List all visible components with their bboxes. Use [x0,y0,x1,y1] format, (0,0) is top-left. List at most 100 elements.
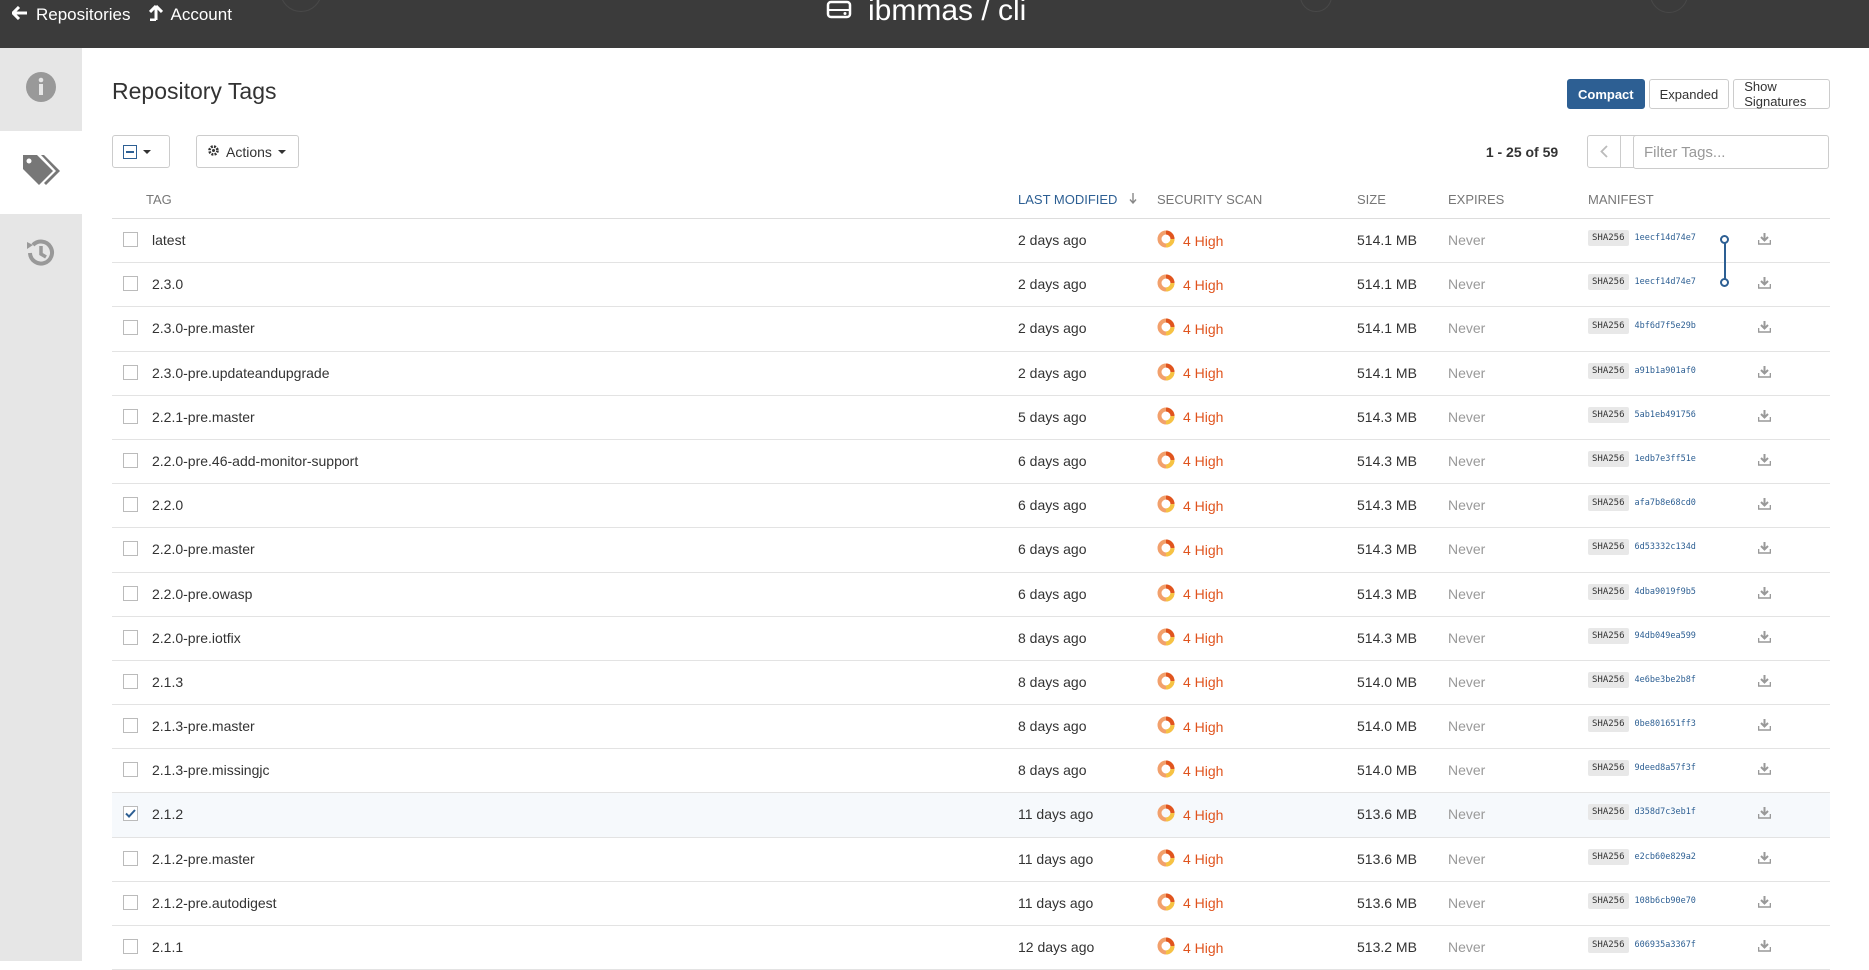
manifest-digest[interactable]: SHA256 4dba9019f9b5 [1588,583,1696,600]
row-checkbox[interactable] [123,850,138,866]
row-checkbox[interactable] [123,232,138,247]
row-checkbox[interactable] [123,806,138,822]
column-header-tag[interactable]: TAG [146,192,172,207]
repositories-link[interactable]: Repositories [10,5,131,25]
row-checkbox[interactable] [123,364,138,380]
download-icon[interactable] [1757,939,1772,955]
manifest-digest[interactable]: SHA256 0be801651ff3 [1588,716,1696,733]
row-checkbox[interactable] [123,585,138,601]
expires-value[interactable]: Never [1448,939,1485,955]
manifest-digest[interactable]: SHA256 108b6cb90e70 [1588,892,1696,909]
tab-history[interactable] [0,214,82,297]
row-checkbox[interactable] [123,673,138,689]
column-header-security-scan[interactable]: SECURITY SCAN [1157,192,1262,207]
download-icon[interactable] [1757,453,1772,469]
manifest-digest[interactable]: SHA256 d358d7c3eb1f [1588,804,1696,821]
expires-value[interactable]: Never [1448,365,1485,381]
expires-value[interactable]: Never [1448,851,1485,867]
download-icon[interactable] [1757,895,1772,911]
security-scan-link[interactable]: 4 High [1157,363,1223,384]
download-icon[interactable] [1757,409,1772,425]
security-scan-link[interactable]: 4 High [1157,230,1223,251]
tag-name-link[interactable]: 2.2.0-pre.owasp [152,586,252,602]
download-icon[interactable] [1757,674,1772,690]
download-icon[interactable] [1757,718,1772,734]
select-all-checkbox[interactable] [123,144,137,159]
previous-page-button[interactable] [1587,135,1621,168]
tag-name-link[interactable]: 2.2.0-pre.46-add-monitor-support [152,453,358,469]
tag-name-link[interactable]: 2.2.0-pre.master [152,541,255,557]
security-scan-link[interactable]: 4 High [1157,849,1223,870]
expires-value[interactable]: Never [1448,718,1485,734]
expires-value[interactable]: Never [1448,806,1485,822]
security-scan-link[interactable]: 4 High [1157,672,1223,693]
security-scan-link[interactable]: 4 High [1157,451,1223,472]
manifest-digest[interactable]: SHA256 afa7b8e68cd0 [1588,495,1696,512]
tag-name-link[interactable]: 2.1.3 [152,674,183,690]
actions-dropdown[interactable]: Actions [196,135,299,168]
expires-value[interactable]: Never [1448,541,1485,557]
row-checkbox[interactable] [123,497,138,513]
expires-value[interactable]: Never [1448,232,1485,248]
expanded-button[interactable]: Expanded [1648,79,1730,109]
column-header-expires[interactable]: EXPIRES [1448,192,1504,207]
download-icon[interactable] [1757,497,1772,513]
tag-name-link[interactable]: 2.3.0 [152,276,183,292]
tab-tags[interactable] [0,131,82,214]
download-icon[interactable] [1757,365,1772,381]
expires-value[interactable]: Never [1448,674,1485,690]
row-checkbox[interactable] [123,408,138,424]
tag-name-link[interactable]: 2.1.2 [152,806,183,822]
tag-name-link[interactable]: 2.2.0-pre.iotfix [152,630,241,646]
row-checkbox[interactable] [123,939,138,954]
manifest-digest[interactable]: SHA256 606935a3367f [1588,937,1696,953]
expires-value[interactable]: Never [1448,497,1485,513]
manifest-digest[interactable]: SHA256 5ab1eb491756 [1588,406,1696,423]
expires-value[interactable]: Never [1448,409,1485,425]
expires-value[interactable]: Never [1448,276,1485,292]
expires-value[interactable]: Never [1448,586,1485,602]
tag-name-link[interactable]: 2.1.3-pre.master [152,718,255,734]
manifest-digest[interactable]: SHA256 a91b1a901af0 [1588,362,1696,379]
expires-value[interactable]: Never [1448,630,1485,646]
security-scan-link[interactable]: 4 High [1157,937,1223,958]
expires-value[interactable]: Never [1448,453,1485,469]
download-icon[interactable] [1757,276,1772,292]
tag-name-link[interactable]: 2.1.2-pre.autodigest [152,895,277,911]
security-scan-link[interactable]: 4 High [1157,893,1223,914]
security-scan-link[interactable]: 4 High [1157,495,1223,516]
tag-name-link[interactable]: 2.2.1-pre.master [152,409,255,425]
download-icon[interactable] [1757,851,1772,867]
row-checkbox[interactable] [123,762,138,778]
download-icon[interactable] [1757,232,1772,248]
security-scan-link[interactable]: 4 High [1157,539,1223,560]
download-icon[interactable] [1757,586,1772,602]
filter-tags-input[interactable] [1633,135,1829,169]
compact-button[interactable]: Compact [1567,79,1645,109]
manifest-digest[interactable]: SHA256 e2cb60e829a2 [1588,848,1696,865]
manifest-digest[interactable]: SHA256 6d53332c134d [1588,539,1696,556]
manifest-digest[interactable]: SHA256 1eecf14d74e7 [1588,230,1696,246]
download-icon[interactable] [1757,806,1772,822]
tag-name-link[interactable]: latest [152,232,185,248]
manifest-digest[interactable]: SHA256 4e6be3be2b8f [1588,671,1696,688]
tab-information[interactable] [0,48,82,131]
row-checkbox[interactable] [123,629,138,645]
manifest-digest[interactable]: SHA256 1eecf14d74e7 [1588,274,1696,291]
security-scan-link[interactable]: 4 High [1157,628,1223,649]
tag-name-link[interactable]: 2.1.2-pre.master [152,851,255,867]
row-checkbox[interactable] [123,276,138,292]
security-scan-link[interactable]: 4 High [1157,760,1223,781]
tag-name-link[interactable]: 2.1.3-pre.missingjc [152,762,270,778]
tag-name-link[interactable]: 2.3.0-pre.updateandupgrade [152,365,329,381]
download-icon[interactable] [1757,630,1772,646]
security-scan-link[interactable]: 4 High [1157,716,1223,737]
manifest-digest[interactable]: SHA256 1edb7e3ff51e [1588,450,1696,467]
show-signatures-button[interactable]: Show Signatures [1733,79,1830,109]
expires-value[interactable]: Never [1448,762,1485,778]
manifest-digest[interactable]: SHA256 9deed8a57f3f [1588,760,1696,777]
security-scan-link[interactable]: 4 High [1157,804,1223,825]
row-checkbox[interactable] [123,320,138,336]
expires-value[interactable]: Never [1448,320,1485,336]
row-checkbox[interactable] [123,894,138,910]
